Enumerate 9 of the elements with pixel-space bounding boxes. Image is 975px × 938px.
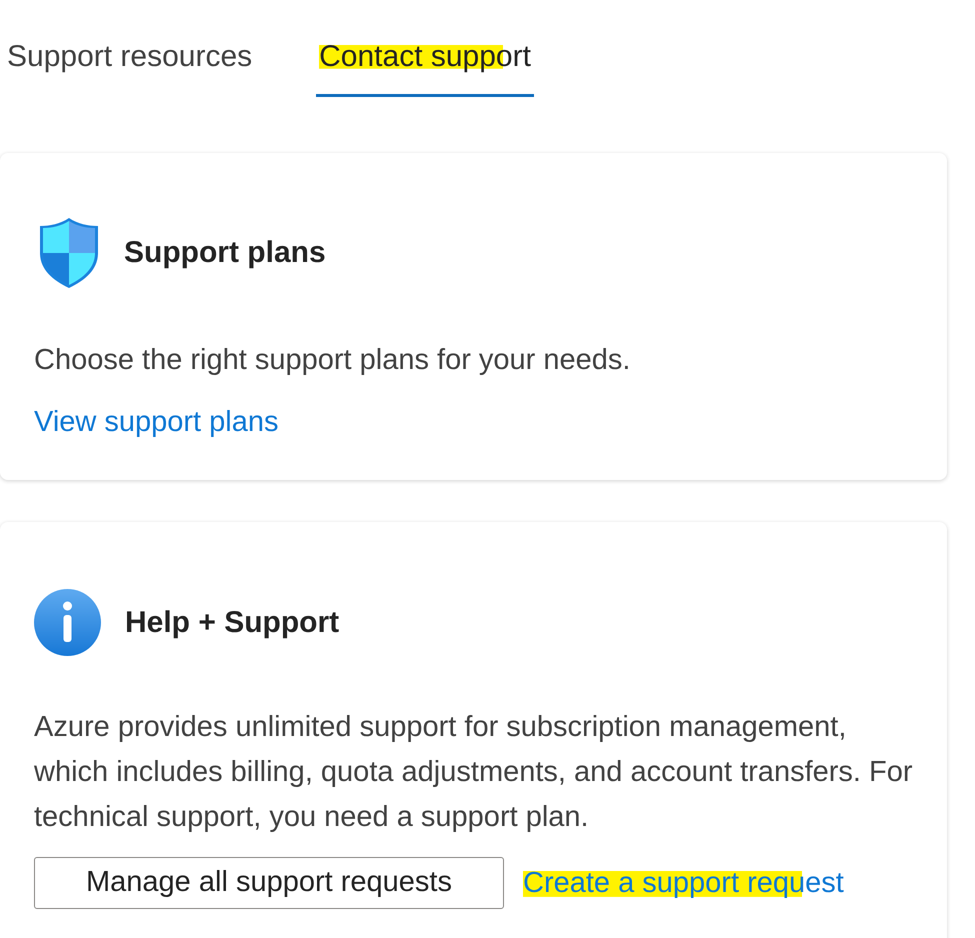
link[interactable]: View support plans: [34, 404, 279, 440]
card-description: Azure provides unlimited support for subscription management, which includes billing, quota adjustments, and account transfers. For technical support, you need a support plan.: [34, 710, 914, 835]
manage-requests-button[interactable]: Manage all support requests: [34, 857, 504, 909]
card-title: Help + Support: [125, 604, 340, 640]
card-description: Choose the right support plans for your needs.: [34, 343, 632, 378]
shield-icon: [38, 217, 100, 289]
tab[interactable]: Support resources: [4, 19, 256, 97]
card-title: Support plans: [124, 235, 326, 271]
info-icon: [34, 589, 101, 656]
